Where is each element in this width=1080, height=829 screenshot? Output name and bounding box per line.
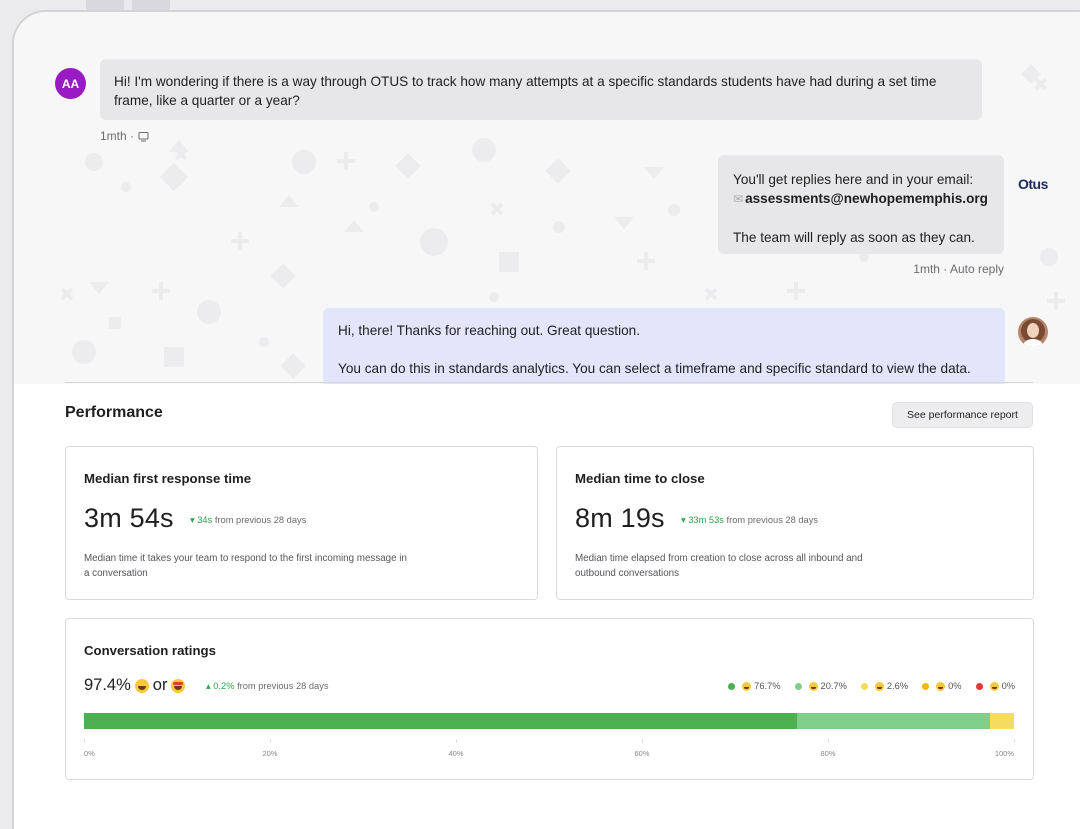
- agent-avatar[interactable]: [1018, 317, 1048, 347]
- legend-pct: 76.7%: [754, 681, 781, 691]
- axis-tick-label: 60%: [634, 749, 650, 758]
- auto-reply-email-row: ✉ assessments@newhopememphis.org: [733, 189, 989, 209]
- legend-pct: 0%: [948, 681, 962, 691]
- device-frame: AA Hi! I'm wondering if there is a way t…: [12, 10, 1080, 829]
- first-response-title: Median first response time: [84, 471, 252, 486]
- legend-pct: 20.7%: [820, 681, 847, 691]
- performance-title: Performance: [65, 404, 163, 421]
- time-to-close-delta-text: from previous 28 days: [726, 515, 818, 525]
- legend-dot: [975, 682, 983, 690]
- auto-reply-line-2: The team will reply as soon as they can.: [733, 230, 975, 245]
- axis-tick-label: 80%: [820, 749, 836, 758]
- first-response-description: Median time it takes your team to respon…: [84, 553, 407, 579]
- time-to-close-delta-value: 33m 53s: [688, 515, 724, 525]
- first-response-delta-text: from previous 28 days: [214, 515, 307, 525]
- ratings-bar-segment-1: [797, 713, 990, 729]
- star-struck-face-icon: [171, 678, 186, 693]
- legend-pct: 2.6%: [886, 681, 909, 691]
- emoji-face-icon: [874, 681, 884, 691]
- arrow-down-icon: ▾: [190, 515, 195, 525]
- mail-icon: ✉: [733, 192, 744, 206]
- section-divider: [65, 382, 1033, 383]
- emoji-face-icon: [936, 681, 946, 691]
- legend-dot: [922, 682, 930, 690]
- axis-tick: [456, 739, 457, 743]
- axis-tick: [1014, 739, 1015, 743]
- time-to-close-description: Median time elapsed from creation to clo…: [575, 553, 863, 579]
- axis-tick-label: 100%: [994, 749, 1014, 758]
- agent-reply-line-1: Hi, there! Thanks for reaching out. Grea…: [338, 323, 640, 338]
- legend-pct: 0%: [1001, 681, 1015, 691]
- ratings-delta-text: from previous 28 days: [237, 681, 329, 691]
- conversation-thread[interactable]: AA Hi! I'm wondering if there is a way t…: [14, 12, 1080, 384]
- legend-item-1: 20.7%: [794, 681, 847, 691]
- ratings-bar-segment-0: [84, 713, 798, 729]
- legend-item-2: 2.6%: [860, 681, 909, 691]
- agent-reply-message: Hi, there! Thanks for reaching out. Grea…: [323, 308, 1005, 384]
- ratings-axis: 0% 20% 40% 60% 80% 100%: [84, 739, 1015, 763]
- axis-tick: [642, 739, 643, 743]
- grinning-face-icon: [134, 678, 149, 693]
- ratings-title: Conversation ratings: [84, 643, 216, 658]
- ratings-delta: ▴ 0.2% from previous 28 days: [206, 681, 329, 692]
- ratings-or: or: [152, 676, 168, 694]
- legend-item-0: 76.7%: [728, 681, 781, 691]
- time-to-close-title: Median time to close: [575, 471, 705, 486]
- user-avatar[interactable]: AA: [55, 68, 86, 99]
- axis-tick: [84, 739, 85, 743]
- ratings-value: 97.4%: [84, 676, 131, 694]
- ratings-legend: 76.7% 20.7% 2.6% 0% 0%: [728, 681, 1015, 691]
- axis-tick: [828, 739, 829, 743]
- arrow-up-icon: ▴: [206, 681, 211, 691]
- legend-dot: [860, 682, 868, 690]
- axis-tick: [270, 739, 271, 743]
- first-response-delta: ▾ 34s from previous 28 days: [190, 515, 306, 526]
- auto-reply-email[interactable]: assessments@newhopememphis.org: [745, 191, 988, 206]
- auto-reply-line-1: You'll get replies here and in your emai…: [733, 172, 974, 187]
- ratings-bar-segment-2: [989, 713, 1014, 729]
- time-to-close-value: 8m 19s: [575, 503, 665, 533]
- legend-dot: [794, 682, 802, 690]
- agent-reply-line-2: You can do this in standards analytics. …: [338, 361, 971, 376]
- first-response-delta-value: 34s: [197, 515, 213, 525]
- emoji-face-icon: [742, 681, 752, 691]
- conversation-ratings-card: Conversation ratings 97.4% or ▴ 0.2% fro…: [65, 618, 1034, 780]
- arrow-down-icon: ▾: [681, 515, 686, 525]
- ratings-delta-value: 0.2%: [213, 681, 235, 691]
- auto-reply-meta: 1mth · Auto reply: [913, 262, 1004, 276]
- first-response-value: 3m 54s: [84, 503, 174, 533]
- legend-item-3: 0%: [922, 681, 962, 691]
- ratings-stacked-bar: [84, 713, 1014, 729]
- otus-logo: Otus: [1018, 176, 1048, 192]
- incoming-message: Hi! I'm wondering if there is a way thro…: [100, 59, 982, 120]
- ratings-value-row: 97.4% or: [84, 676, 186, 695]
- auto-reply-message: You'll get replies here and in your emai…: [718, 155, 1004, 254]
- emoji-face-icon: [989, 681, 999, 691]
- first-response-card: Median first response time 3m 54s ▾ 34s …: [65, 446, 538, 600]
- axis-tick-label: 40%: [448, 749, 464, 758]
- time-to-close-card: Median time to close 8m 19s ▾ 33m 53s fr…: [556, 446, 1034, 600]
- legend-dot: [728, 682, 736, 690]
- time-to-close-delta: ▾ 33m 53s from previous 28 days: [681, 515, 818, 526]
- legend-item-4: 0%: [975, 681, 1015, 691]
- axis-tick-label: 0%: [84, 749, 95, 758]
- emoji-face-icon: [808, 681, 818, 691]
- axis-tick-label: 20%: [262, 749, 278, 758]
- incoming-message-time: 1mth ·: [100, 129, 135, 143]
- see-performance-report-button[interactable]: See performance report: [892, 402, 1033, 428]
- incoming-message-meta: 1mth ·: [100, 129, 149, 143]
- message-icon: [138, 131, 149, 141]
